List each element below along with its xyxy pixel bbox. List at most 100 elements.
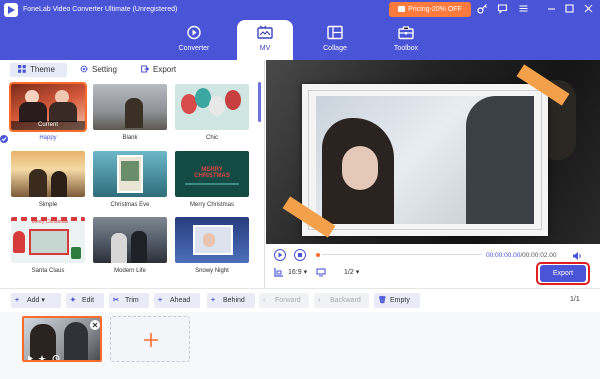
stop-button[interactable] [294, 249, 306, 261]
screen-icon [316, 267, 328, 279]
screen-page-value: 1/2 [344, 269, 354, 276]
theme-name: Simple [38, 202, 58, 208]
current-badge: Current [11, 121, 85, 130]
theme-card-merry-christmas[interactable]: MERRY CHRISTMAS Merry Christmas [175, 151, 249, 211]
theme-name: Snowy Night [195, 268, 229, 274]
theme-name: Santa Claus [31, 268, 65, 274]
theme-card-blank[interactable]: Blank [93, 84, 167, 144]
chevron-down-icon: ▾ [355, 269, 360, 276]
screen-page-select[interactable]: 1/2 ▾ [344, 268, 359, 276]
subtab-setting[interactable]: Setting [80, 63, 130, 77]
sub-tabs: Theme Setting Export [0, 60, 265, 80]
tab-collage-label: Collage [323, 45, 347, 52]
pricing-button[interactable]: Pricing-20% OFF [389, 2, 471, 17]
merry-christmas-text: MERRY CHRISTMAS [194, 167, 230, 179]
play-button[interactable] [274, 249, 286, 261]
theme-name: Blank [122, 135, 138, 141]
plus-icon: + [211, 297, 216, 304]
add-clip-slot[interactable] [110, 316, 190, 362]
menu-icon[interactable] [517, 3, 530, 16]
clip-actions [26, 354, 70, 360]
theme-panel: Theme Setting Export Current Happy Blank [0, 60, 265, 288]
minimize-icon[interactable] [545, 3, 558, 16]
santa-text: Merry Christmas [31, 219, 69, 225]
clip-page-total: /1 [573, 296, 580, 303]
tab-converter-label: Converter [178, 45, 210, 52]
check-icon [0, 135, 8, 143]
theme-name: Chic [205, 135, 218, 141]
trim-label: Trim [125, 297, 139, 304]
tab-toolbox-label: Toolbox [393, 45, 419, 52]
trash-icon: 🗑 [378, 297, 387, 304]
time-display: 00:00:00.00/00:00:02.00 [486, 252, 557, 259]
forward-label: Forward [275, 297, 301, 304]
edit-label: Edit [82, 297, 95, 304]
converter-icon [187, 25, 201, 40]
progress-track[interactable] [322, 254, 482, 255]
theme-name: Modern Life [114, 268, 146, 274]
preview-image [316, 96, 534, 224]
subtab-theme-label: Theme [30, 65, 55, 74]
tab-collage[interactable]: Collage [307, 20, 363, 60]
theme-thumb [175, 84, 249, 130]
theme-card-chic[interactable]: Chic [175, 84, 249, 144]
magic-wand-icon: ✦ [70, 297, 76, 304]
aspect-ratio-value: 16:9 [288, 269, 302, 276]
theme-card-simple[interactable]: Simple [11, 151, 85, 211]
remove-clip-icon[interactable] [90, 320, 100, 330]
app-title: FoneLab Video Converter Ultimate (Unregi… [23, 6, 178, 13]
subtab-setting-label: Setting [92, 65, 117, 74]
subtab-theme[interactable]: Theme [10, 63, 67, 77]
empty-button[interactable]: 🗑 Empty [374, 293, 420, 308]
time-current: 00:00:00.00 [486, 252, 521, 259]
export-icon [141, 65, 149, 73]
gear-icon [80, 65, 88, 73]
theme-name: Happy [39, 135, 57, 141]
aspect-ratio-select[interactable]: 16:9 ▾ [288, 268, 307, 276]
behind-button[interactable]: + Behind [207, 293, 255, 308]
timeline-clip[interactable] [22, 316, 102, 362]
tab-mv[interactable]: MV [237, 20, 293, 60]
theme-card-christmas-eve[interactable]: Christmas Eve [93, 151, 167, 211]
theme-card-snowy-night[interactable]: Snowy Night [175, 217, 249, 277]
theme-thumb [93, 217, 167, 263]
tab-toolbox[interactable]: Toolbox [378, 20, 434, 60]
grid-icon [18, 65, 26, 73]
chevron-right-icon: › [318, 297, 321, 304]
progress-handle[interactable] [316, 253, 320, 257]
video-preview [266, 60, 600, 244]
theme-grid: Current Happy Blank Chic Simple Christma… [0, 81, 258, 288]
time-total: /00:00:02.00 [520, 252, 557, 259]
theme-thumb [93, 84, 167, 130]
theme-card-modern-life[interactable]: Modern Life [93, 217, 167, 277]
ahead-button[interactable]: + Ahead [154, 293, 200, 308]
maximize-icon[interactable] [563, 3, 576, 16]
chat-icon[interactable] [496, 3, 509, 16]
theme-thumb [11, 151, 85, 197]
subtab-export[interactable]: Export [141, 63, 191, 77]
theme-scrollbar[interactable] [258, 82, 261, 122]
add-button[interactable]: + Add ▾ [11, 293, 61, 308]
behind-label: Behind [223, 297, 245, 304]
volume-icon[interactable] [572, 251, 582, 261]
plus-icon: + [15, 297, 20, 304]
theme-thumb [93, 151, 167, 197]
theme-card-santa-claus[interactable]: Merry Christmas Santa Claus [11, 217, 85, 277]
trim-button[interactable]: ✂ Trim [109, 293, 149, 308]
close-icon[interactable] [582, 3, 595, 16]
chevron-down-icon: ▾ [303, 269, 308, 276]
plus-icon [144, 333, 158, 347]
theme-card-happy[interactable]: Current Happy [9, 82, 87, 144]
scissors-icon: ✂ [113, 297, 119, 304]
key-icon[interactable] [476, 3, 489, 16]
chevron-left-icon: ‹ [263, 297, 266, 304]
backward-button[interactable]: › Backward [314, 293, 369, 308]
export-button[interactable]: Export [540, 265, 586, 282]
frame-border [302, 84, 548, 236]
tab-converter[interactable]: Converter [166, 20, 222, 60]
mv-icon [257, 25, 273, 39]
ahead-label: Ahead [170, 297, 191, 304]
edit-button[interactable]: ✦ Edit [66, 293, 104, 308]
collage-icon [327, 25, 343, 40]
forward-button[interactable]: ‹ Forward [259, 293, 309, 308]
